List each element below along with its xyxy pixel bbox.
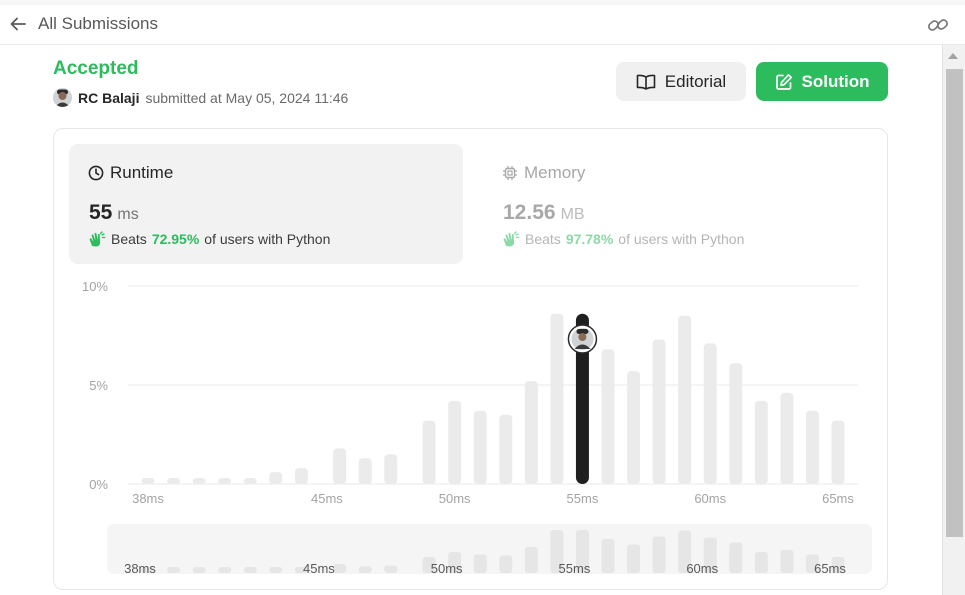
book-open-icon: [636, 74, 656, 90]
memory-value-row: 12.56 MB: [503, 201, 585, 225]
submission-status: Accepted: [53, 58, 139, 79]
memory-beats-prefix: Beats: [525, 231, 561, 247]
memory-value: 12.56: [503, 201, 556, 224]
memory-unit: MB: [560, 206, 585, 223]
submitted-at: submitted at May 05, 2024 11:46: [145, 89, 349, 106]
memory-beats: Beats 97.78% of users with Python: [502, 231, 744, 247]
memory-beats-suffix: of users with Python: [618, 231, 745, 247]
runtime-unit: ms: [117, 206, 139, 223]
back-to-submissions[interactable]: All Submissions: [8, 14, 158, 34]
runtime-header: Runtime: [88, 163, 173, 183]
top-strip: [0, 0, 965, 5]
solution-button[interactable]: Solution: [756, 62, 888, 101]
avatar[interactable]: [53, 88, 72, 107]
arrow-left-icon: [10, 17, 26, 31]
runtime-card[interactable]: Runtime 55 ms Beats 72.95% of users with …: [69, 144, 463, 264]
editorial-label: Editorial: [664, 71, 727, 91]
runtime-value-row: 55 ms: [89, 201, 139, 225]
runtime-beats: Beats 72.95% of users with Python: [88, 231, 330, 247]
back-label: All Submissions: [38, 14, 158, 33]
scroll-up-arrow-icon[interactable]: [948, 53, 958, 59]
chip-icon: [503, 166, 517, 180]
solution-label: Solution: [801, 71, 870, 91]
author-name[interactable]: RC Balaji: [78, 90, 139, 106]
link-icon[interactable]: [927, 15, 949, 35]
top-bar: All Submissions: [0, 0, 965, 45]
clap-icon: [89, 231, 106, 247]
memory-label: Memory: [524, 163, 586, 182]
runtime-beats-percent: 72.95%: [151, 231, 200, 247]
submission-meta: RC Balaji submitted at May 05, 2024 11:4…: [53, 88, 348, 107]
runtime-value: 55: [89, 201, 113, 224]
edit-icon: [775, 73, 792, 90]
memory-card[interactable]: Memory 12.56 MB Beats 97.78% of users wit…: [483, 144, 877, 264]
memory-beats-percent: 97.78%: [565, 231, 614, 247]
memory-header: Memory: [502, 163, 585, 183]
editorial-button[interactable]: Editorial: [616, 62, 746, 101]
scrollbar[interactable]: [942, 45, 965, 595]
runtime-beats-prefix: Beats: [111, 231, 147, 247]
scroll-thumb[interactable]: [946, 69, 963, 537]
clock-icon: [88, 165, 104, 181]
runtime-beats-suffix: of users with Python: [204, 231, 331, 247]
clap-icon: [503, 231, 520, 247]
runtime-label: Runtime: [110, 163, 174, 182]
